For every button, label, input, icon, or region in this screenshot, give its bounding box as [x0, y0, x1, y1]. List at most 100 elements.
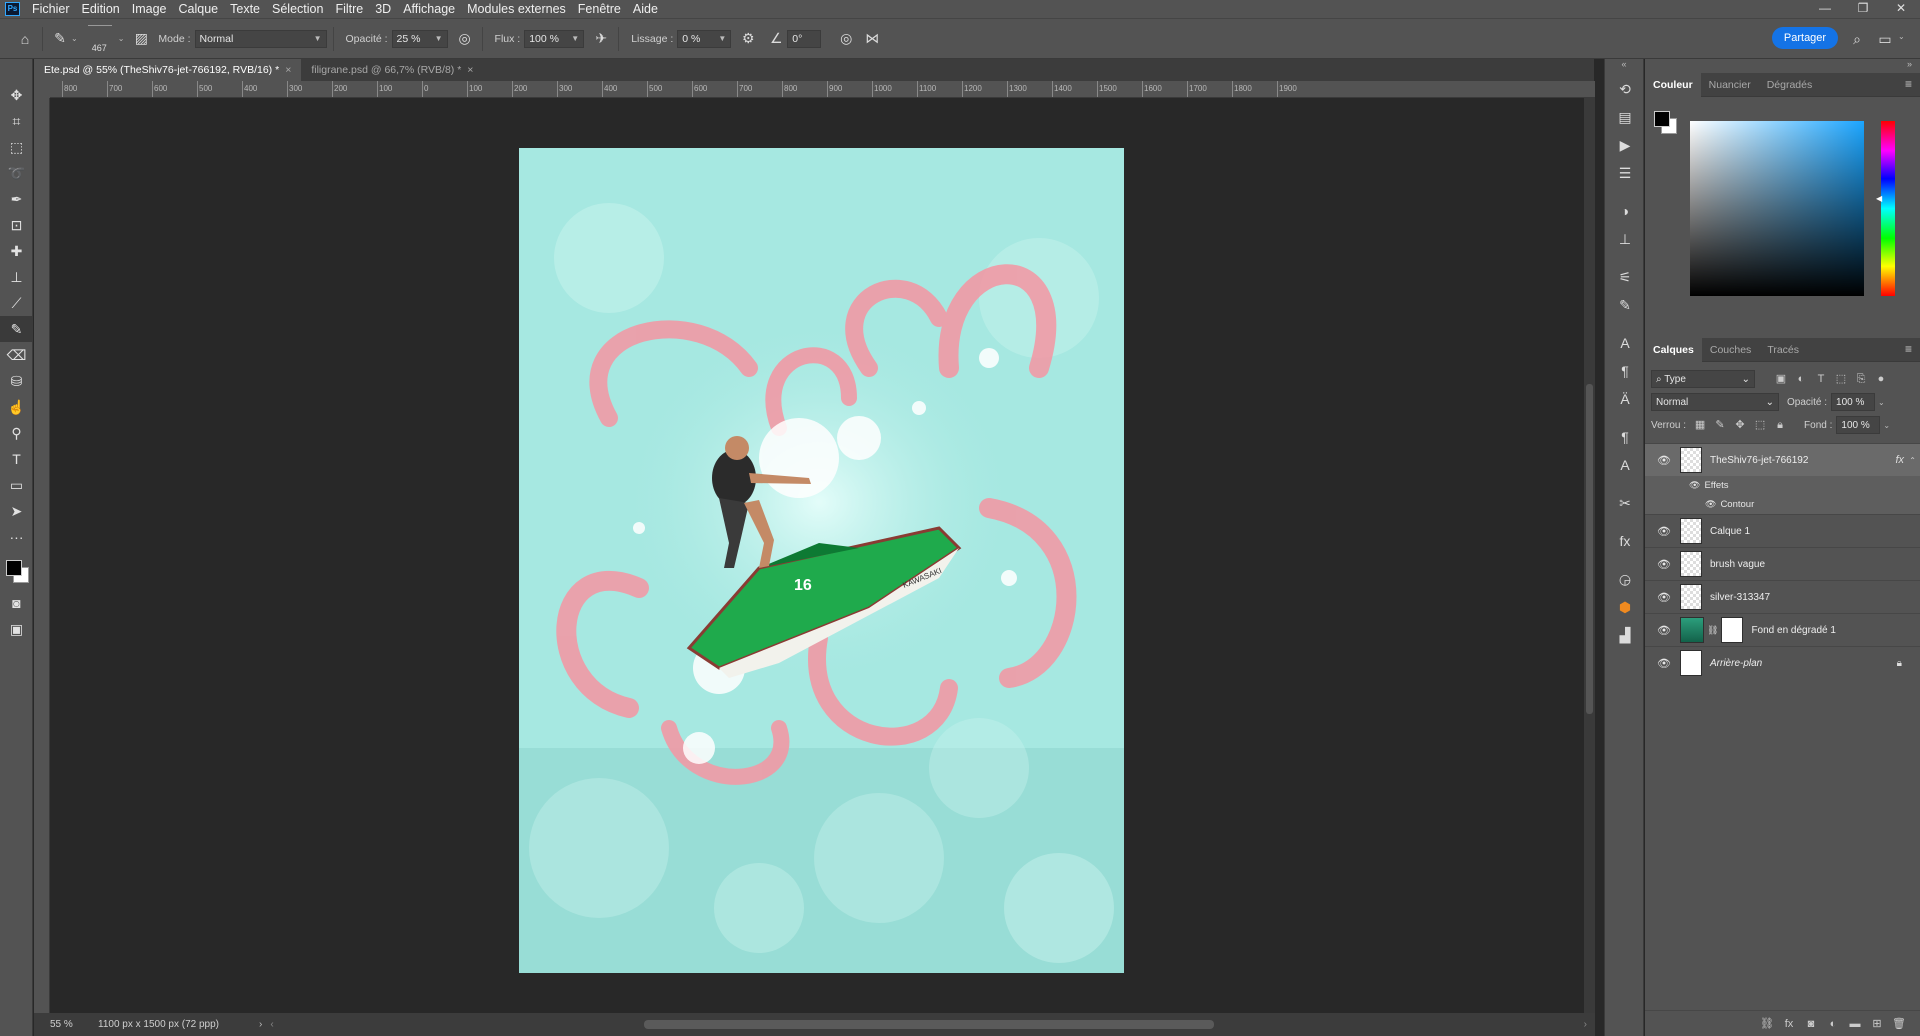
layer-row[interactable]: 👁︎ brush vague: [1645, 547, 1920, 580]
paragraph-icon[interactable]: ¶: [1605, 357, 1645, 385]
effect-stroke-row[interactable]: 👁︎ Contour: [1645, 495, 1920, 514]
visibility-eye-icon[interactable]: 👁︎: [1653, 624, 1675, 637]
new-adjustment-layer-icon[interactable]: ◐: [1822, 1018, 1844, 1030]
brush-preset-picker[interactable]: 467: [82, 21, 118, 57]
visibility-eye-icon[interactable]: 👁︎: [1653, 525, 1675, 538]
angle-field[interactable]: 0°: [787, 29, 822, 48]
close-icon[interactable]: ×: [285, 64, 291, 76]
brush-settings-icon[interactable]: ⚟: [1605, 263, 1645, 291]
brushes-icon[interactable]: ✎: [1605, 291, 1645, 319]
glyphs-icon[interactable]: Ä: [1605, 385, 1645, 413]
adjustment-filter-icon[interactable]: ◐: [1791, 373, 1811, 385]
layer-row[interactable]: 👁︎ ⛓ Fond en dégradé 1: [1645, 613, 1920, 646]
share-button[interactable]: Partager: [1772, 27, 1838, 49]
chevron-down-icon[interactable]: ⌄: [1878, 398, 1885, 407]
actions-play-icon[interactable]: ▶: [1605, 131, 1645, 159]
history-states-icon[interactable]: ▤: [1605, 103, 1645, 131]
styles-fx-icon[interactable]: fx: [1605, 527, 1645, 555]
pen-tool-icon[interactable]: ✒: [0, 186, 33, 212]
tab-calques[interactable]: Calques: [1645, 337, 1702, 362]
tab-couleur[interactable]: Couleur: [1645, 72, 1701, 97]
visibility-eye-icon[interactable]: 👁︎: [1653, 657, 1675, 670]
collapse-icon[interactable]: »: [1645, 59, 1920, 73]
add-mask-icon[interactable]: ◙: [1800, 1018, 1822, 1030]
layer-mask-thumbnail[interactable]: [1721, 617, 1744, 643]
delete-layer-trash-icon[interactable]: 🗑︎: [1888, 1017, 1910, 1030]
layer-row[interactable]: 👁︎ Calque 1: [1645, 514, 1920, 547]
lock-all-icon[interactable]: 🔒︎: [1770, 419, 1790, 432]
screen-mode-icon[interactable]: ▣: [0, 616, 33, 642]
paragraph-styles-icon[interactable]: ¶: [1605, 423, 1645, 451]
document-canvas[interactable]: 16 KAWASAKI: [519, 148, 1124, 973]
home-icon[interactable]: ⌂: [14, 28, 36, 50]
visibility-eye-icon[interactable]: 👁︎: [1689, 480, 1700, 491]
brush-tool-icon[interactable]: ✎: [49, 28, 71, 50]
chevron-left-icon[interactable]: ‹: [270, 1019, 273, 1030]
eraser-tool-icon[interactable]: ⌫: [0, 342, 33, 368]
zoom-level[interactable]: 55 %: [34, 1019, 78, 1030]
mode-select[interactable]: Normal ▼: [194, 29, 327, 48]
close-window-icon[interactable]: ✕: [1882, 0, 1920, 18]
fill-field[interactable]: 100 %: [1836, 416, 1881, 434]
lock-artboard-icon[interactable]: ⬚: [1750, 418, 1770, 431]
chevron-down-icon[interactable]: ⌄: [71, 34, 78, 43]
foreground-color-swatch[interactable]: [1654, 111, 1670, 127]
timeline-icon[interactable]: ◶: [1605, 565, 1645, 593]
lock-pixels-icon[interactable]: ✎: [1710, 418, 1730, 431]
properties-icon[interactable]: ☰: [1605, 159, 1645, 187]
lock-position-icon[interactable]: ✥: [1730, 418, 1750, 431]
adjustments-icon[interactable]: ◑: [1605, 197, 1645, 225]
restore-icon[interactable]: ❐: [1844, 0, 1882, 18]
color-picker-field[interactable]: [1690, 121, 1864, 296]
panel-menu-icon[interactable]: ≡: [1905, 342, 1912, 356]
brush-settings-icon[interactable]: ▨: [130, 28, 152, 50]
search-icon[interactable]: ⌕: [1846, 28, 1868, 50]
panel-menu-icon[interactable]: ≡: [1905, 77, 1912, 91]
menu-image[interactable]: Image: [126, 2, 173, 16]
brush-tool-icon[interactable]: ✎: [0, 316, 33, 342]
menu-fichier[interactable]: Fichier: [26, 2, 76, 16]
clone-source-icon[interactable]: ⊥: [1605, 225, 1645, 253]
tab-traces[interactable]: Tracés: [1759, 338, 1807, 362]
eyedropper-tool-icon[interactable]: ⟋: [0, 290, 33, 316]
tab-ete-psd[interactable]: Ete.psd @ 55% (TheShiv76-jet-766192, RVB…: [34, 59, 302, 81]
workspace-icon[interactable]: ▭: [1874, 28, 1896, 50]
visibility-eye-icon[interactable]: 👁︎: [1653, 591, 1675, 604]
smoothing-settings-gear-icon[interactable]: ⚙: [737, 28, 759, 50]
type-tool-icon[interactable]: T: [0, 446, 33, 472]
shape-filter-icon[interactable]: ⬚: [1831, 372, 1851, 385]
chevron-right-icon[interactable]: ›: [1584, 1019, 1587, 1030]
tab-filigrane-psd[interactable]: filigrane.psd @ 66,7% (RVB/8) * ×: [301, 59, 484, 81]
dodge-tool-icon[interactable]: ⚲: [0, 420, 33, 446]
scrollbar-thumb[interactable]: [1586, 384, 1593, 714]
healing-brush-tool-icon[interactable]: ✚: [0, 238, 33, 264]
visibility-eye-icon[interactable]: 👁︎: [1705, 499, 1716, 510]
hue-slider[interactable]: [1881, 121, 1895, 296]
symmetry-butterfly-icon[interactable]: ⋈: [861, 28, 883, 50]
character-styles-icon[interactable]: A: [1605, 451, 1645, 479]
add-style-fx-icon[interactable]: fx: [1778, 1018, 1800, 1030]
menu-edition[interactable]: Edition: [76, 2, 126, 16]
menu-calque[interactable]: Calque: [173, 2, 225, 16]
horizontal-ruler[interactable]: 800 700 600 500 400 300 200 100 0 100 200 300 400 500…: [50, 81, 1595, 98]
layer-row[interactable]: 👁︎ Arrière-plan 🔒︎: [1645, 646, 1920, 679]
smudge-tool-icon[interactable]: ☝: [0, 394, 33, 420]
type-filter-icon[interactable]: T: [1811, 373, 1831, 385]
tab-couches[interactable]: Couches: [1702, 338, 1759, 362]
layer-opacity-field[interactable]: 100 %: [1831, 393, 1876, 411]
chevron-up-icon[interactable]: ⌃: [1909, 456, 1916, 465]
quick-mask-icon[interactable]: ◙: [0, 590, 33, 616]
visibility-eye-icon[interactable]: 👁︎: [1653, 558, 1675, 571]
menu-affichage[interactable]: Affichage: [397, 2, 461, 16]
pressure-opacity-icon[interactable]: ◎: [454, 28, 476, 50]
tools-icon[interactable]: ✂: [1605, 489, 1645, 517]
path-selection-tool-icon[interactable]: ➤: [0, 498, 33, 524]
layer-row[interactable]: 👁︎ TheShiv76-jet-766192 fx ⌃: [1645, 443, 1920, 476]
menu-filtre[interactable]: Filtre: [329, 2, 369, 16]
vertical-scrollbar[interactable]: [1584, 98, 1595, 1013]
tab-nuancier[interactable]: Nuancier: [1701, 73, 1759, 97]
chevron-right-icon[interactable]: ›: [259, 1019, 262, 1030]
crop-tool-icon[interactable]: ⌗: [0, 108, 33, 134]
opacity-field[interactable]: 25 % ▼: [391, 29, 448, 48]
blend-mode-select[interactable]: Normal ⌄: [1651, 393, 1779, 411]
